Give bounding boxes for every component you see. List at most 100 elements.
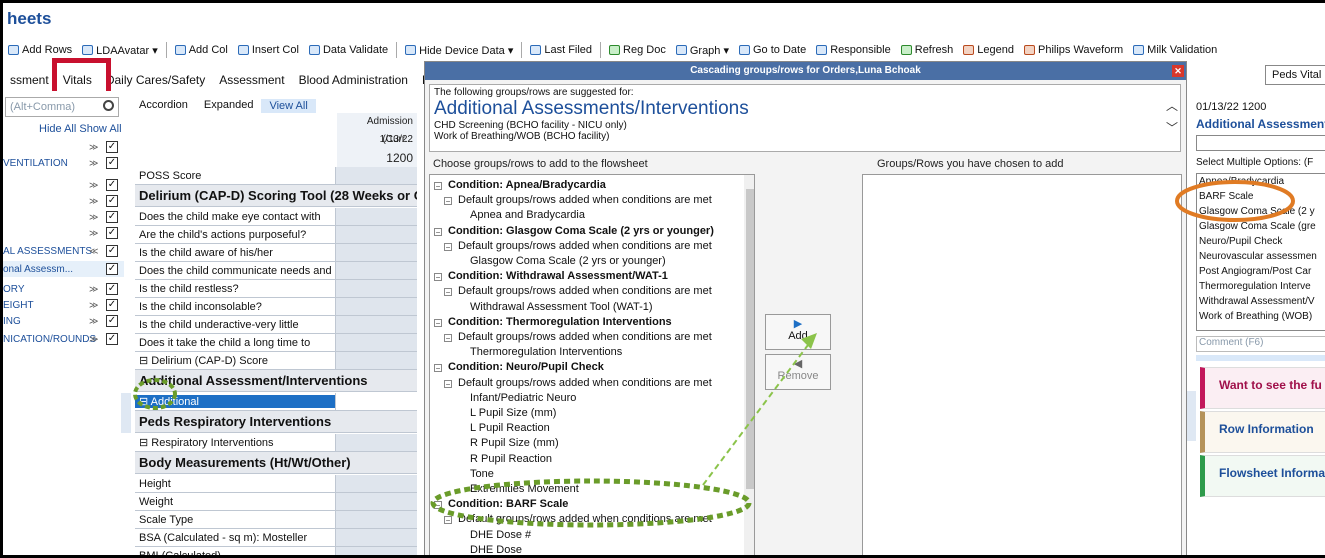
collapse-box-icon[interactable]: −	[434, 318, 442, 327]
option-item[interactable]: Neuro/Pupil Check	[1197, 234, 1325, 249]
flowsheet-row[interactable]: Is the child aware of his/her	[135, 244, 417, 262]
collapse-box-icon[interactable]: −	[434, 501, 442, 510]
tab-4[interactable]: Blood Administration	[292, 73, 415, 87]
flowsheet-row[interactable]: Is the child restless?	[135, 280, 417, 298]
option-item[interactable]: BARF Scale	[1197, 189, 1325, 204]
toolbar-button-4[interactable]: Data Validate	[304, 44, 393, 56]
flowsheet-row[interactable]: Is the child underactive-very little	[135, 316, 417, 334]
condition-node[interactable]: Condition: Glasgow Coma Scale (2 yrs or …	[448, 225, 714, 237]
tab-0[interactable]: ssment	[3, 73, 56, 87]
tab-3[interactable]: Assessment	[212, 73, 291, 87]
chevron-icon[interactable]: ≫	[89, 316, 98, 327]
chevron-icon[interactable]: ≫	[89, 228, 98, 239]
row-value-cell[interactable]	[335, 280, 417, 297]
toolbar-button-5[interactable]: Hide Device Data ▾	[400, 44, 518, 57]
toolbar-button-6[interactable]: Last Filed	[525, 44, 597, 56]
option-item[interactable]: Neurovascular assessmen	[1197, 249, 1325, 264]
condition-node[interactable]: Condition: Withdrawal Assessment/WAT-1	[448, 270, 668, 282]
chevron-icon[interactable]: ≫	[89, 284, 98, 295]
nav-item[interactable]: ORY ≫ ✓	[3, 281, 124, 297]
tree-node[interactable]: Default groups/rows added when condition…	[458, 331, 712, 343]
collapse-box-icon[interactable]: −	[434, 227, 442, 236]
detail-input[interactable]	[1196, 135, 1325, 151]
tree-node[interactable]: R Pupil Size (mm)	[470, 437, 559, 449]
flowsheet-row[interactable]: POSS Score	[135, 167, 417, 185]
nav-item[interactable]: NICATION/ROUNDS ≫ ✓	[3, 331, 124, 347]
toolbar-button-7[interactable]: Reg Doc	[604, 44, 671, 56]
tree-node[interactable]: Default groups/rows added when condition…	[458, 513, 712, 525]
option-item[interactable]: Withdrawal Assessment/V	[1197, 294, 1325, 309]
flowsheet-row[interactable]: ⊟ Additional	[135, 393, 417, 411]
option-item[interactable]: Apnea/Bradycardia	[1197, 174, 1325, 189]
collapse-box-icon[interactable]: −	[434, 364, 442, 373]
row-value-cell[interactable]	[335, 298, 417, 315]
tree-node[interactable]: Default groups/rows added when condition…	[458, 194, 712, 206]
peds-vital-tab[interactable]: Peds Vital	[1265, 65, 1325, 85]
collapse-box-icon[interactable]: −	[434, 182, 442, 191]
tree-node[interactable]: Default groups/rows added when condition…	[458, 377, 712, 389]
tree-node[interactable]: Infant/Pediatric Neuro	[470, 392, 576, 404]
chevron-icon[interactable]: ≫	[89, 334, 98, 345]
tree-node[interactable]: L Pupil Size (mm)	[470, 407, 556, 419]
chevron-icon[interactable]: ≫	[89, 158, 98, 169]
toolbar-button-8[interactable]: Graph ▾	[671, 44, 734, 57]
checkbox[interactable]: ✓	[106, 299, 118, 311]
expand-box-icon[interactable]: −	[444, 516, 452, 525]
close-icon[interactable]: ✕	[1172, 65, 1184, 77]
condition-node[interactable]: Condition: Apnea/Bradycardia	[448, 179, 606, 191]
chosen-groups-list[interactable]	[862, 174, 1182, 555]
column-header[interactable]: Admission (Curr... 1/13/22 1200	[337, 113, 417, 169]
toolbar-button-13[interactable]: Philips Waveform	[1019, 44, 1128, 56]
expand-box-icon[interactable]: −	[444, 379, 452, 388]
condition-node[interactable]: Condition: Thermoregulation Intervention…	[448, 316, 672, 328]
toolbar-button-14[interactable]: Milk Validation	[1128, 44, 1222, 56]
chevron-icon[interactable]: ≫	[89, 142, 98, 153]
tree-scrollbar[interactable]	[744, 175, 754, 555]
row-value-cell[interactable]	[335, 493, 417, 510]
option-item[interactable]: Work of Breathing (WOB)	[1197, 309, 1325, 324]
nav-item[interactable]: onal Assessm... ✓	[3, 261, 124, 277]
view-tab-1[interactable]: Expanded	[196, 99, 262, 113]
nav-item[interactable]: ≫ ✓	[3, 139, 124, 155]
row-value-cell[interactable]	[335, 167, 417, 184]
row-value-cell[interactable]	[335, 334, 417, 351]
search-icon[interactable]	[103, 100, 114, 111]
tree-node[interactable]: DHE Dose #	[470, 529, 531, 541]
expand-box-icon[interactable]: −	[444, 334, 452, 343]
suggest-scroll[interactable]: ︿ ﹀	[1166, 95, 1178, 139]
chevron-icon[interactable]: ≫	[89, 196, 98, 207]
expand-box-icon[interactable]: −	[444, 242, 452, 251]
nav-item[interactable]: ≫ ✓	[3, 209, 124, 225]
scroll-down-icon[interactable]: ﹀	[1166, 117, 1178, 139]
row-value-cell[interactable]	[335, 226, 417, 243]
flowsheet-row[interactable]: Weight	[135, 493, 417, 511]
flowsheet-row[interactable]: Is the child inconsolable?	[135, 298, 417, 316]
tree-node[interactable]: Extremities Movement	[470, 483, 579, 495]
row-value-cell[interactable]	[335, 547, 417, 555]
section-header[interactable]: Body Measurements (Ht/Wt/Other)	[135, 452, 417, 474]
tree-node[interactable]: Apnea and Bradycardia	[470, 209, 585, 221]
toolbar-button-1[interactable]: LDAAvatar ▾	[77, 44, 163, 57]
flowsheet-row[interactable]: BMI (Calculated)	[135, 547, 417, 555]
checkbox[interactable]: ✓	[106, 157, 118, 169]
tree-node[interactable]: Tone	[470, 468, 494, 480]
nav-item[interactable]: ≫ ✓	[3, 225, 124, 241]
flowsheet-row[interactable]: Does it take the child a long time to	[135, 334, 417, 352]
add-button[interactable]: ▶ Add	[765, 314, 831, 350]
row-value-cell[interactable]	[335, 434, 417, 451]
option-item[interactable]: Post Angiogram/Post Car	[1197, 264, 1325, 279]
nav-item[interactable]: AL ASSESSMENTS ≪ ✓	[3, 243, 124, 259]
flowsheet-information-card[interactable]: Flowsheet Informa	[1200, 455, 1325, 497]
right-collapse-handle[interactable]	[1187, 391, 1196, 441]
checkbox[interactable]: ✓	[106, 283, 118, 295]
option-item[interactable]: Glasgow Coma Scale (2 y	[1197, 204, 1325, 219]
row-value-cell[interactable]	[335, 529, 417, 546]
tree-node[interactable]: L Pupil Reaction	[470, 422, 550, 434]
chevron-icon[interactable]: ≪	[89, 246, 98, 257]
tree-node[interactable]: Thermoregulation Interventions	[470, 346, 622, 358]
scroll-up-icon[interactable]: ︿	[1166, 95, 1178, 117]
toolbar-button-10[interactable]: Responsible	[811, 44, 896, 56]
option-item[interactable]: Glasgow Coma Scale (gre	[1197, 219, 1325, 234]
checkbox[interactable]: ✓	[106, 263, 118, 275]
row-value-cell[interactable]	[335, 262, 417, 279]
